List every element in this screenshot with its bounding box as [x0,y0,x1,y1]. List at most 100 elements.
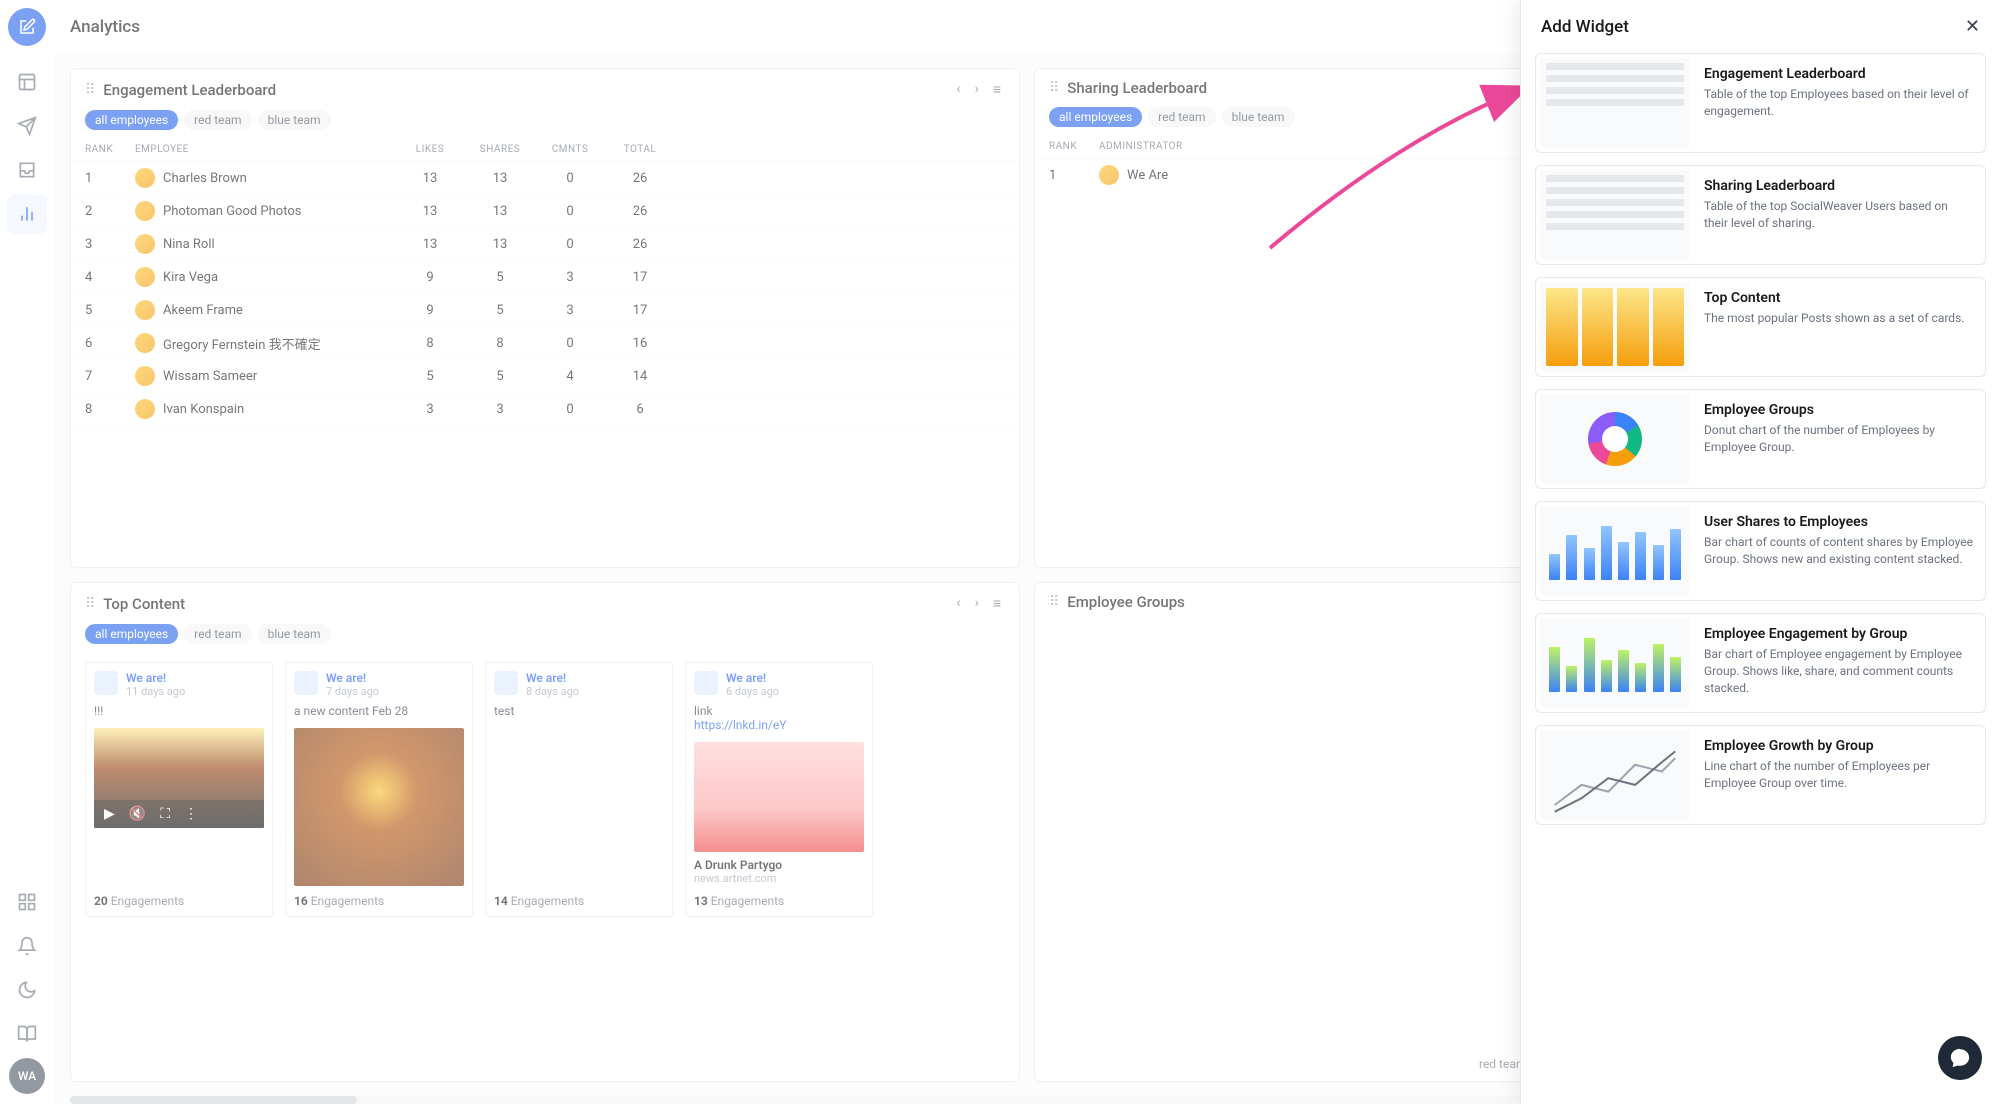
widget-option[interactable]: User Shares to Employees Bar chart of cou… [1535,501,1986,601]
option-title: Top Content [1704,290,1964,306]
chip-blue-team[interactable]: blue team [258,624,331,644]
option-desc: Table of the top Employees based on thei… [1704,86,1973,120]
content-card[interactable]: We are!6 days ago linkhttps://lnkd.in/eY… [685,662,873,917]
option-desc: Table of the top SocialWeaver Users base… [1704,198,1973,232]
widget-thumbnail [1540,170,1690,260]
avatar [1099,165,1119,185]
drag-handle-icon[interactable]: ⠿ [1049,80,1059,96]
table-row[interactable]: 1Charles Brown1313026 [71,162,1019,195]
video-thumbnail[interactable]: ▶ 🔇 ⛶ ⋮ [94,728,264,828]
chip-all-employees[interactable]: all employees [85,624,178,644]
table-row[interactable]: 3Nina Roll1313026 [71,228,1019,261]
content-card[interactable]: We are!7 days ago a new content Feb 28 1… [285,662,473,917]
next-icon[interactable]: › [971,593,983,614]
prev-icon[interactable]: ‹ [952,79,964,100]
option-title: Employee Growth by Group [1704,738,1973,754]
avatar [135,201,155,221]
avatar [135,267,155,287]
option-title: Employee Groups [1704,402,1973,418]
table-row[interactable]: 4Kira Vega95317 [71,261,1019,294]
widget-thumbnail [1540,618,1690,708]
avatar [494,671,518,695]
nav-bell-icon[interactable] [7,926,47,966]
nav-book-icon[interactable] [7,1014,47,1054]
widget-title: Top Content [103,595,185,613]
avatar [135,333,155,353]
table-row[interactable]: 7Wissam Sameer55414 [71,360,1019,393]
menu-icon[interactable]: ≡ [989,79,1005,100]
widget-thumbnail [1540,394,1690,484]
chip-blue-team[interactable]: blue team [258,110,331,130]
chat-fab[interactable] [1938,1036,1982,1080]
chip-red-team[interactable]: red team [184,624,251,644]
next-icon[interactable]: › [971,79,983,100]
link[interactable]: https://lnkd.in/eY [694,718,786,732]
table-body: 1Charles Brown13130262Photoman Good Phot… [71,162,1019,426]
drag-handle-icon[interactable]: ⠿ [85,596,95,612]
content-card[interactable]: We are!11 days ago !!! ▶ 🔇 ⛶ ⋮ 20 Engage… [85,662,273,917]
drag-handle-icon[interactable]: ⠿ [85,82,95,98]
image-thumbnail [294,728,464,886]
widget-option[interactable]: Employee Growth by Group Line chart of th… [1535,725,1986,825]
widget-title: Sharing Leaderboard [1067,79,1207,97]
option-desc: Bar chart of counts of content shares by… [1704,534,1973,568]
widget-title: Engagement Leaderboard [103,81,276,99]
widget-thumbnail [1540,506,1690,596]
user-avatar[interactable]: WA [9,1058,45,1094]
nav-inbox-icon[interactable] [7,150,47,190]
widget-option[interactable]: Sharing Leaderboard Table of the top Soci… [1535,165,1986,265]
avatar [294,671,318,695]
nav-send-icon[interactable] [7,106,47,146]
table-row[interactable]: 2Photoman Good Photos1313026 [71,195,1019,228]
chip-blue-team[interactable]: blue team [1222,107,1295,127]
mute-icon[interactable]: 🔇 [129,806,146,822]
sidebar-nav: WA [0,0,54,1104]
widget-thumbnail [1540,730,1690,820]
widget-top-content: ⠿ Top Content ‹ › ≡ all employees red te… [70,582,1020,1082]
table-row[interactable]: 6Gregory Fernstein 我不確定88016 [71,327,1019,360]
more-icon[interactable]: ⋮ [184,806,198,822]
prev-icon[interactable]: ‹ [952,593,964,614]
avatar [694,671,718,695]
widget-option[interactable]: Employee Groups Donut chart of the number… [1535,389,1986,489]
nav-apps-icon[interactable] [7,882,47,922]
widget-engagement-leaderboard: ⠿ Engagement Leaderboard ‹ › ≡ all emplo… [70,68,1020,568]
avatar [94,671,118,695]
menu-icon[interactable]: ≡ [989,593,1005,614]
content-card[interactable]: We are!8 days ago test 14 Engagements [485,662,673,917]
chip-red-team[interactable]: red team [1148,107,1215,127]
compose-button[interactable] [8,8,46,46]
widget-option[interactable]: Employee Engagement by Group Bar chart of… [1535,613,1986,713]
avatar [135,366,155,386]
drag-handle-icon[interactable]: ⠿ [1049,594,1059,610]
option-desc: Donut chart of the number of Employees b… [1704,422,1973,456]
option-title: Sharing Leaderboard [1704,178,1973,194]
nav-feed-icon[interactable] [7,62,47,102]
chip-all-employees[interactable]: all employees [85,110,178,130]
option-desc: Bar chart of Employee engagement by Empl… [1704,646,1973,696]
widget-title: Employee Groups [1067,593,1185,611]
drawer-title: Add Widget [1541,17,1629,37]
chip-red-team[interactable]: red team [184,110,251,130]
option-title: Engagement Leaderboard [1704,66,1973,82]
widget-option[interactable]: Top ContentThe most popular Posts shown … [1535,277,1986,377]
option-desc: Line chart of the number of Employees pe… [1704,758,1973,792]
close-icon[interactable]: ✕ [1965,16,1980,37]
nav-theme-icon[interactable] [7,970,47,1010]
option-title: User Shares to Employees [1704,514,1973,530]
widget-thumbnail [1540,58,1690,148]
avatar [135,399,155,419]
table-header: RANK EMPLOYEE LIKES SHARES CMNTS TOTAL [71,138,1019,162]
play-icon[interactable]: ▶ [104,806,115,822]
widget-thumbnail [1540,282,1690,372]
table-row[interactable]: 8Ivan Konspain3306 [71,393,1019,426]
option-title: Employee Engagement by Group [1704,626,1973,642]
image-thumbnail [694,742,864,852]
chip-all-employees[interactable]: all employees [1049,107,1142,127]
table-row[interactable]: 5Akeem Frame95317 [71,294,1019,327]
add-widget-drawer: Add Widget ✕ Engagement Leaderboard Table… [1520,0,2000,1104]
avatar [135,234,155,254]
fullscreen-icon[interactable]: ⛶ [160,806,170,822]
nav-analytics-icon[interactable] [7,194,47,234]
widget-option[interactable]: Engagement Leaderboard Table of the top E… [1535,53,1986,153]
